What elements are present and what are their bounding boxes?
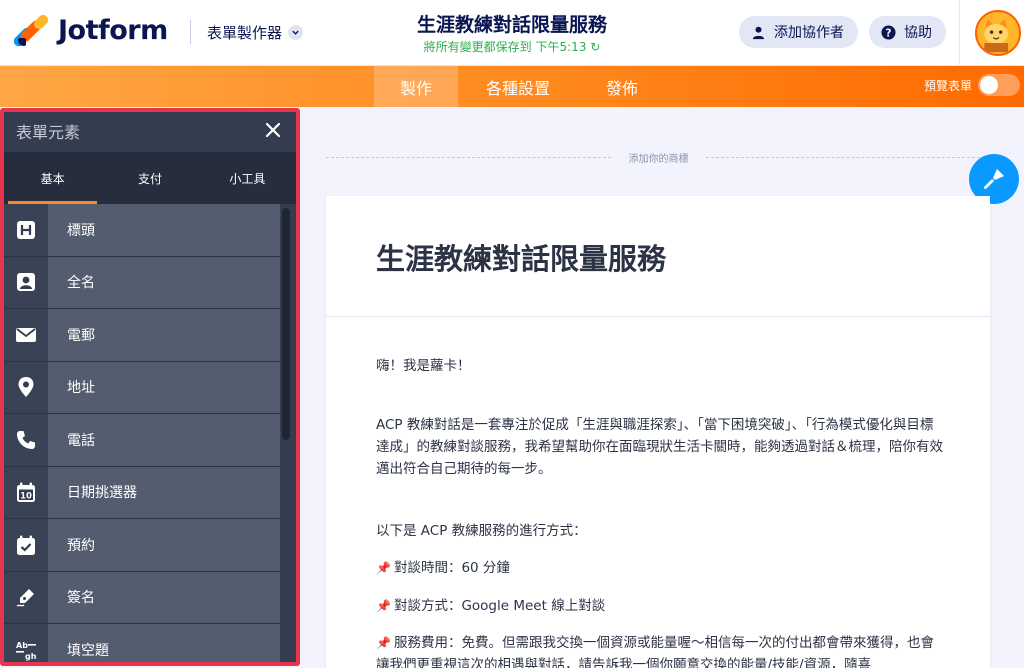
email-icon — [4, 309, 48, 361]
avatar[interactable] — [975, 10, 1021, 56]
bullet-item[interactable]: 📌 對談方式：Google Meet 線上對談 — [376, 595, 946, 617]
paint-roller-icon — [984, 169, 1004, 189]
paragraph-process[interactable]: 以下是 ACP 教練服務的進行方式： — [376, 520, 946, 542]
user-icon — [752, 26, 765, 39]
element-label: 地址 — [48, 361, 280, 413]
form-elements-panel: 表單元素 基本 支付 小工具 標頭 全名 電郵 地址 電話 10 日期挑選器 預… — [4, 110, 296, 663]
bullet-item[interactable]: 📌 服務費用：免費。但需跟我交換一個資源或能量喔～相信每一次的付出都會帶來獲得，也… — [376, 632, 946, 668]
bullet-text: 對談方式：Google Meet 線上對談 — [393, 598, 606, 614]
tab-widgets[interactable]: 小工具 — [199, 152, 296, 204]
location-pin-icon — [4, 361, 48, 413]
element-label: 預約 — [48, 519, 280, 571]
tab-build[interactable]: 製作 — [374, 66, 458, 107]
panel-title: 表單元素 — [16, 123, 81, 142]
svg-text:10: 10 — [20, 492, 32, 502]
builder-nav: 製作 各種設置 發佈 預覽表單 — [0, 66, 1024, 107]
close-icon[interactable] — [264, 121, 282, 139]
element-appointment[interactable]: 預約 — [4, 519, 280, 572]
add-logo-text: 添加你的商標 — [628, 154, 689, 165]
fill-blank-icon: Ab gh — [4, 624, 48, 663]
paragraph-greeting[interactable]: 嗨！我是蘿卡！ — [376, 355, 946, 377]
element-phone[interactable]: 電話 — [4, 414, 280, 467]
calendar-check-icon — [4, 519, 48, 571]
svg-text:Ab: Ab — [16, 641, 28, 650]
pushpin-icon: 📌 — [376, 599, 391, 613]
element-label: 全名 — [48, 256, 280, 308]
element-label: 簽名 — [48, 571, 280, 623]
save-time: 下午5:13 — [535, 40, 587, 54]
paragraph-intro[interactable]: ACP 教練對話是一套專注於促成「生涯與職涯探索」、「當下困境突破」、「行為模式… — [376, 414, 946, 480]
svg-text:gh: gh — [25, 652, 37, 661]
cat-avatar-icon — [977, 12, 1016, 53]
preview-label: 預覽表單 — [923, 78, 972, 93]
panel-tabs: 基本 支付 小工具 — [4, 152, 296, 204]
pen-icon — [4, 571, 48, 623]
save-status-text: 將所有變更都保存到 — [423, 40, 532, 54]
svg-text:?: ? — [886, 27, 892, 39]
preview-toggle[interactable] — [978, 74, 1020, 96]
form-card: 生涯教練對話限量服務 嗨！我是蘿卡！ ACP 教練對話是一套專注於促成「生涯與職… — [326, 196, 990, 668]
top-header: Jotform 表單製作器 生涯教練對話限量服務 將所有變更都保存到 下午5:1… — [0, 0, 1024, 66]
tab-publish[interactable]: 發佈 — [580, 66, 664, 107]
heading-divider — [326, 316, 990, 317]
help-label: 協助 — [904, 25, 932, 41]
help-button[interactable]: ? 協助 — [869, 16, 946, 48]
phone-icon — [4, 414, 48, 466]
element-label: 填空題 — [48, 624, 280, 663]
save-status: 將所有變更都保存到 下午5:13 ↻ — [0, 38, 1024, 55]
question-icon: ? — [881, 24, 896, 40]
add-collaborator-button[interactable]: 添加協作者 — [739, 16, 858, 48]
element-heading[interactable]: 標頭 — [4, 204, 280, 257]
element-fill-in-blank[interactable]: Ab gh 填空題 — [4, 624, 280, 663]
element-email[interactable]: 電郵 — [4, 309, 280, 362]
heading-icon — [4, 204, 48, 256]
person-icon — [4, 256, 48, 308]
pushpin-icon: 📌 — [376, 636, 391, 650]
calendar-icon: 10 — [4, 466, 48, 518]
bullet-item[interactable]: 📌 對談時間：60 分鐘 — [376, 557, 946, 579]
add-logo-area[interactable]: 添加你的商標 — [326, 150, 990, 165]
avatar-divider — [959, 0, 960, 66]
element-list: 標頭 全名 電郵 地址 電話 10 日期挑選器 預約 簽名 Ab gh 填空題 — [4, 204, 280, 663]
element-label: 電郵 — [48, 309, 280, 361]
element-label: 電話 — [48, 414, 280, 466]
form-heading[interactable]: 生涯教練對話限量服務 — [376, 236, 666, 278]
element-date-picker[interactable]: 10 日期挑選器 — [4, 466, 280, 519]
panel-scrollbar[interactable] — [282, 208, 290, 440]
bullet-text: 服務費用：免費。但需跟我交換一個資源或能量喔～相信每一次的付出都會帶來獲得，也會… — [376, 635, 934, 668]
refresh-icon: ↻ — [590, 40, 601, 54]
element-signature[interactable]: 簽名 — [4, 571, 280, 624]
tab-basic[interactable]: 基本 — [4, 152, 101, 204]
element-label: 日期挑選器 — [48, 466, 280, 518]
tab-settings[interactable]: 各種設置 — [470, 66, 566, 107]
preview-form: 預覽表單 — [924, 74, 1020, 96]
pushpin-icon: 📌 — [376, 561, 391, 575]
tab-payments[interactable]: 支付 — [101, 152, 198, 204]
element-label: 標頭 — [48, 204, 280, 256]
panel-header: 表單元素 — [4, 110, 296, 152]
element-full-name[interactable]: 全名 — [4, 256, 280, 309]
element-address[interactable]: 地址 — [4, 361, 280, 414]
bullet-text: 對談時間：60 分鐘 — [393, 560, 510, 576]
add-collaborator-label: 添加協作者 — [774, 25, 844, 41]
